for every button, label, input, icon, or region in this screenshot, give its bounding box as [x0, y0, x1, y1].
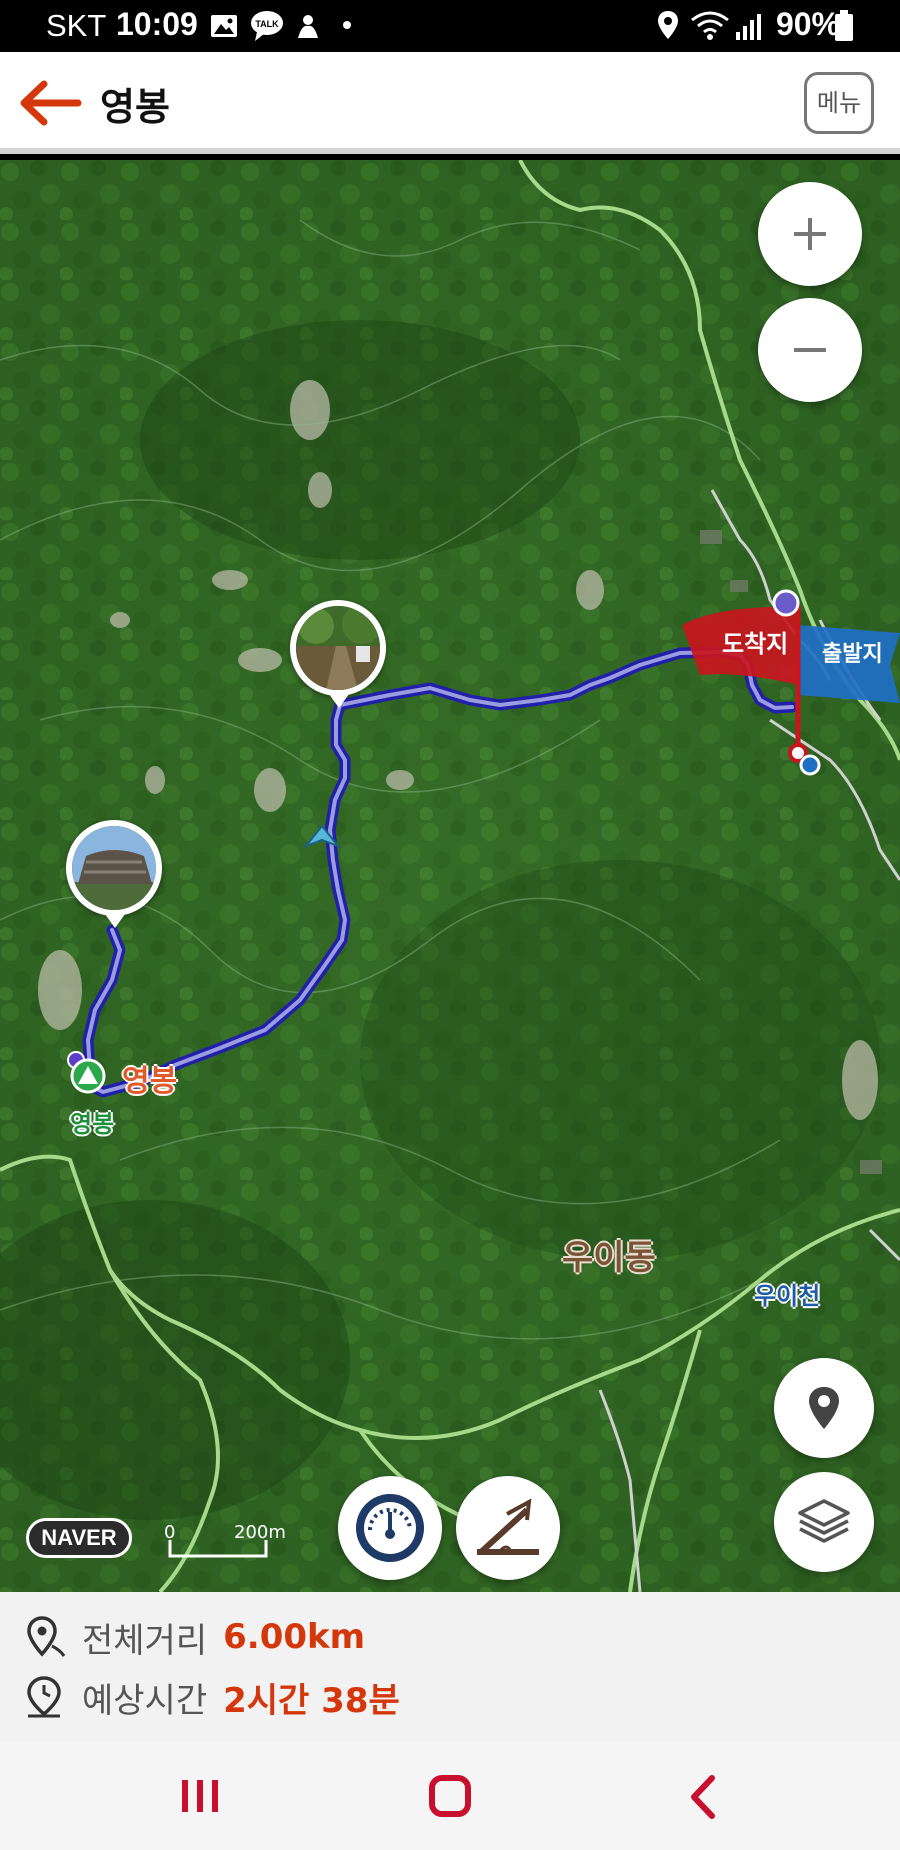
scale-distance-label: 200m: [234, 1522, 286, 1543]
zoom-in-button[interactable]: [758, 182, 862, 286]
gallery-icon: [211, 15, 237, 37]
app-header: 영봉 메뉴: [0, 52, 900, 154]
talk-icon-text: TALK: [255, 19, 279, 29]
my-location-button[interactable]: [774, 1358, 874, 1458]
app-icon: [298, 15, 318, 38]
departure-label: 출발지: [822, 642, 883, 667]
slope-icon: [477, 1498, 539, 1555]
status-bar: SKT 10:09 TALK 90%: [0, 0, 900, 52]
scale-zero-label: 0: [164, 1522, 176, 1543]
distance-label: 전체거리: [82, 1620, 208, 1661]
recent-apps-icon[interactable]: [170, 1770, 230, 1824]
naver-logo: NAVER: [26, 1518, 132, 1558]
district-label: 우이동: [562, 1238, 656, 1278]
distance-pin-icon: [27, 1616, 66, 1657]
summit-place-label: 영봉: [70, 1110, 115, 1138]
wifi-icon: [691, 11, 729, 40]
time-label: 예상시간: [82, 1680, 208, 1721]
arrival-label: 도착지: [722, 630, 789, 658]
location-pin-icon: [809, 1387, 839, 1429]
back-arrow-icon[interactable]: [16, 78, 82, 128]
system-nav-bar: [0, 1742, 900, 1850]
distance-value: 6.00km: [223, 1617, 366, 1657]
speedometer-icon: [356, 1494, 424, 1562]
summit-photo: [72, 826, 156, 910]
distance-row: 전체거리 6.00km: [24, 1612, 365, 1662]
time-row: 예상시간 2시간 38분: [24, 1672, 400, 1722]
summit-mountain-icon[interactable]: [66, 1050, 114, 1098]
dot-icon: [343, 21, 351, 29]
speed-gauge-button[interactable]: [338, 1476, 442, 1580]
clock-pin-icon: [27, 1676, 61, 1718]
layers-icon: [798, 1499, 850, 1543]
menu-button[interactable]: 메뉴: [804, 72, 874, 134]
talk-icon: TALK: [251, 11, 283, 41]
signal-icon: [736, 14, 761, 40]
trail-photo: [296, 606, 380, 690]
carrier-label: SKT: [46, 8, 107, 43]
zoom-out-button[interactable]: [758, 298, 862, 402]
arrival-departure-flags[interactable]: [680, 585, 900, 785]
home-icon[interactable]: [420, 1770, 480, 1824]
location-icon: [658, 11, 678, 39]
battery-percent: 90%: [775, 6, 840, 42]
map-view[interactable]: 도착지 출발지 영봉 영봉 우이동 우이천 NAVER 0 200m: [0, 160, 900, 1592]
time-value: 2시간 38분: [223, 1680, 400, 1721]
battery-icon: [835, 10, 853, 41]
photo-marker-tail: [329, 694, 349, 708]
photo-marker-tail: [105, 914, 125, 928]
photo-marker-trail[interactable]: [290, 600, 386, 696]
page-title: 영봉: [100, 85, 170, 129]
minus-icon: [794, 348, 826, 352]
summit-route-label: 영봉: [122, 1064, 178, 1099]
route-info-panel: 전체거리 6.00km 예상시간 2시간 38분: [0, 1592, 900, 1742]
photo-marker-summit[interactable]: [66, 820, 162, 916]
slope-button[interactable]: [456, 1476, 560, 1580]
back-icon[interactable]: [674, 1770, 734, 1824]
map-layers-button[interactable]: [774, 1472, 874, 1572]
status-time: 10:09: [116, 6, 198, 42]
stream-label: 우이천: [754, 1282, 821, 1310]
plus-icon: [794, 218, 826, 250]
